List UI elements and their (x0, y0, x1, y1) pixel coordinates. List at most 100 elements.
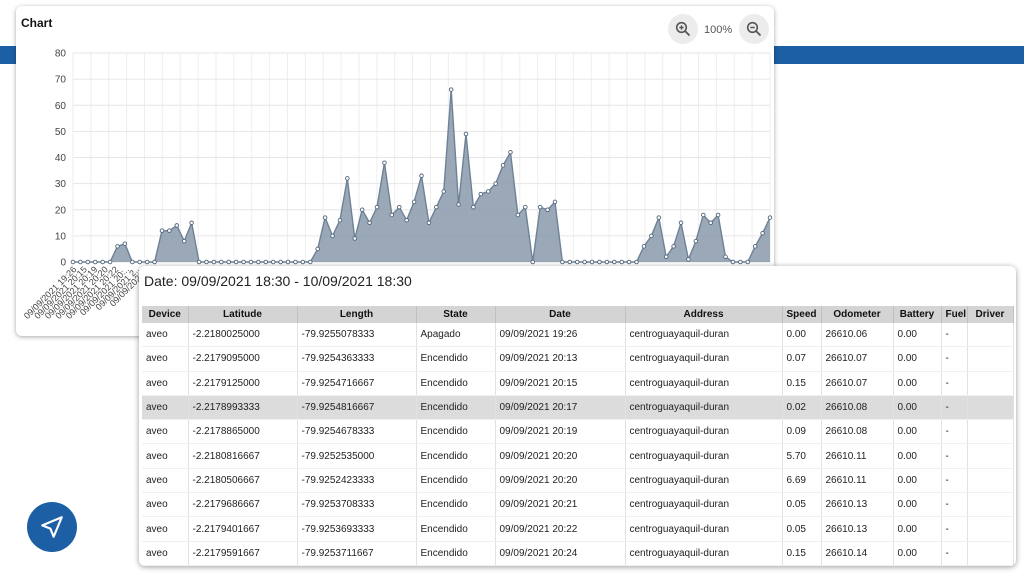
navigation-button[interactable] (27, 502, 77, 552)
table-header-row: Device Latitude Length State Date Address Spee… (142, 306, 1014, 323)
column-header-length[interactable]: Length (297, 306, 417, 323)
data-point (389, 212, 395, 218)
table-row[interactable]: aveo -2.2180025000 -79.9255078333 Apagado 09… (142, 323, 1014, 348)
data-point (137, 259, 142, 265)
table-row[interactable]: aveo -2.2179125000 -79.9254716667 Encendido… (142, 371, 1014, 396)
cell-fuel: - (941, 443, 968, 469)
data-point (404, 217, 409, 223)
data-point (308, 259, 313, 265)
data-point (537, 204, 543, 210)
cell-state: Encendido (416, 395, 496, 421)
cell-fuel: - (941, 516, 968, 542)
cell-state: Encendido (416, 371, 496, 396)
data-point (663, 254, 669, 260)
cell-speed: 6.69 (782, 468, 822, 494)
data-point (204, 259, 209, 265)
data-point (574, 259, 580, 265)
cell-driver (967, 323, 1014, 348)
column-header-address[interactable]: Address (625, 306, 783, 323)
data-point (233, 259, 239, 265)
cell-address: centroguayaquil-duran (625, 516, 783, 542)
cell-odometer: 26610.14 (821, 541, 894, 566)
data-point (78, 259, 83, 265)
cell-device: aveo (142, 323, 189, 348)
cell-speed: 0.07 (782, 346, 822, 372)
column-header-driver[interactable]: Driver (967, 306, 1014, 323)
cell-address: centroguayaquil-duran (625, 541, 783, 566)
cell-battery: 0.00 (893, 468, 942, 494)
table-row[interactable]: aveo -2.2180816667 -79.9252535000 Encendido… (142, 443, 1014, 469)
column-header-state[interactable]: State (416, 306, 496, 323)
cell-driver (967, 443, 1014, 469)
cell-battery: 0.00 (893, 492, 942, 518)
data-point (211, 259, 217, 265)
cell-fuel: - (941, 468, 968, 494)
cell-driver (967, 468, 1014, 494)
data-point (181, 238, 187, 244)
cell-state: Encendido (416, 443, 496, 469)
data-point (723, 254, 728, 260)
data-point (196, 259, 202, 265)
data-point (322, 215, 328, 220)
cell-state: Encendido (416, 516, 496, 542)
cell-odometer: 26610.07 (821, 371, 894, 396)
data-point (708, 220, 713, 226)
cell-latitude: -2.2179686667 (188, 492, 298, 518)
cell-state: Encendido (416, 419, 496, 445)
data-table: Device Latitude Length State Date Address Spee… (142, 306, 1014, 566)
column-header-fuel[interactable]: Fuel (941, 306, 968, 323)
cell-length: -79.9254816667 (297, 395, 417, 421)
data-point (256, 259, 261, 265)
data-point (767, 215, 773, 220)
cell-address: centroguayaquil-duran (625, 443, 783, 469)
data-point (471, 204, 476, 210)
table-row[interactable]: aveo -2.2180506667 -79.9252423333 Encendido… (142, 468, 1014, 494)
column-header-date[interactable]: Date (495, 306, 626, 323)
cell-date: 09/09/2021 20:15 (495, 371, 626, 396)
y-tick-label: 0 (60, 258, 66, 269)
data-point (641, 244, 647, 249)
data-point (434, 204, 439, 210)
table-row[interactable]: aveo -2.2178993333 -79.9254816667 Encendido… (142, 395, 1014, 421)
cell-odometer: 26610.13 (821, 516, 894, 542)
data-point (567, 259, 573, 265)
data-point (330, 233, 335, 239)
cell-length: -79.9252535000 (297, 443, 417, 469)
column-header-device[interactable]: Device (142, 306, 189, 323)
cell-length: -79.9254716667 (297, 371, 417, 396)
cell-address: centroguayaquil-duran (625, 492, 783, 518)
cell-length: -79.9254678333 (297, 419, 417, 445)
cell-driver (967, 541, 1014, 566)
y-tick-label: 40 (55, 153, 67, 164)
column-header-speed[interactable]: Speed (782, 306, 822, 323)
data-point (738, 259, 743, 265)
cell-device: aveo (142, 346, 189, 372)
column-header-battery[interactable]: Battery (893, 306, 942, 323)
cell-fuel: - (941, 371, 968, 396)
cell-latitude: -2.2180506667 (188, 468, 298, 494)
cell-length: -79.9253711667 (297, 541, 417, 566)
data-point (411, 199, 417, 205)
cell-speed: 0.02 (782, 395, 822, 421)
cell-device: aveo (142, 443, 189, 469)
data-point (167, 228, 172, 233)
cell-device: aveo (142, 541, 189, 566)
table-row[interactable]: aveo -2.2179401667 -79.9253693333 Encendido… (142, 516, 1014, 542)
table-row[interactable]: aveo -2.2179591667 -79.9253711667 Encendido… (142, 541, 1014, 566)
data-point (426, 220, 432, 226)
cell-fuel: - (941, 541, 968, 566)
data-point (612, 259, 617, 265)
data-point (315, 246, 320, 252)
column-header-latitude[interactable]: Latitude (188, 306, 298, 323)
data-point (649, 233, 654, 239)
data-point (226, 259, 231, 265)
cell-odometer: 26610.13 (821, 492, 894, 518)
table-row[interactable]: aveo -2.2179095000 -79.9254363333 Encendido… (142, 346, 1014, 372)
cell-date: 09/09/2021 20:21 (495, 492, 626, 518)
data-point (359, 207, 365, 212)
data-point (589, 259, 595, 265)
table-row[interactable]: aveo -2.2179686667 -79.9253708333 Encendido… (142, 492, 1014, 518)
column-header-odometer[interactable]: Odometer (821, 306, 894, 323)
cell-driver (967, 371, 1014, 396)
table-row[interactable]: aveo -2.2178865000 -79.9254678333 Encendido… (142, 419, 1014, 445)
